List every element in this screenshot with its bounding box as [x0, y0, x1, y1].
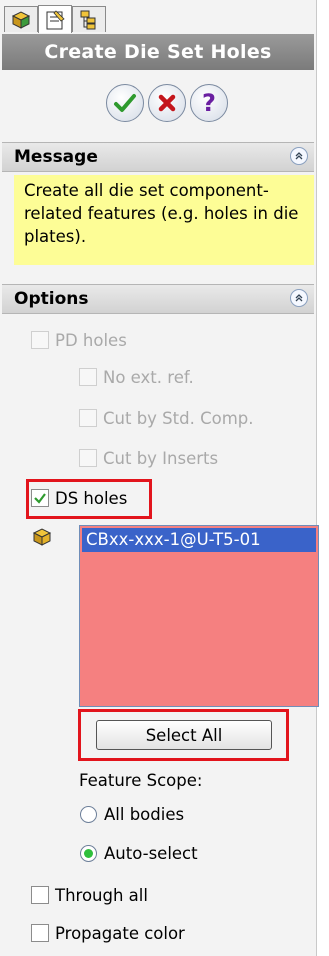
all-bodies-radio-row: All bodies: [80, 800, 184, 828]
no-ext-ref-label: No ext. ref.: [103, 367, 194, 387]
tab-property-manager[interactable]: [38, 5, 72, 33]
cut-inserts-checkbox-row: Cut by Inserts: [79, 444, 218, 472]
message-group-label: Message: [14, 147, 98, 167]
selection-list[interactable]: CBxx-xxx-1@U-T5-01: [79, 525, 319, 707]
property-manager-panel: Create Die Set Holes ? Message Create al…: [0, 0, 319, 956]
cut-inserts-checkbox[interactable]: [79, 449, 97, 467]
feature-manager-icon: [11, 10, 31, 29]
radio-selected-dot: [84, 848, 93, 858]
question-icon: ?: [202, 89, 216, 117]
propagate-color-checkbox-row: Propagate color: [31, 919, 185, 947]
feature-scope-label: Feature Scope:: [79, 770, 203, 790]
message-group-header[interactable]: Message: [2, 142, 314, 172]
through-all-checkbox[interactable]: [31, 886, 49, 904]
all-bodies-label: All bodies: [104, 804, 185, 824]
no-ext-ref-checkbox[interactable]: [79, 368, 97, 386]
through-all-label: Through all: [55, 885, 148, 905]
through-all-checkbox-row: Through all: [31, 881, 148, 909]
feature-scope-row: Feature Scope:: [79, 766, 202, 794]
message-text: Create all die set component-related fea…: [14, 175, 314, 265]
auto-select-label: Auto-select: [104, 843, 198, 863]
component-icon: [30, 527, 54, 553]
checkmark-icon: [114, 94, 136, 112]
all-bodies-radio[interactable]: [80, 805, 97, 823]
page-title: Create Die Set Holes: [2, 34, 314, 70]
options-group-label: Options: [14, 289, 89, 309]
help-button[interactable]: ?: [190, 84, 228, 122]
pd-holes-checkbox[interactable]: [31, 331, 49, 349]
cut-std-comp-checkbox[interactable]: [79, 409, 97, 427]
ok-button[interactable]: [106, 84, 144, 122]
auto-select-radio[interactable]: [80, 844, 97, 862]
collapse-chevron-icon[interactable]: [290, 289, 308, 307]
x-icon: [158, 94, 176, 112]
tab-feature-manager[interactable]: [4, 6, 38, 32]
propagate-color-label: Propagate color: [55, 923, 185, 943]
no-ext-ref-checkbox-row: No ext. ref.: [79, 363, 194, 391]
cancel-button[interactable]: [148, 84, 186, 122]
auto-select-radio-row: Auto-select: [80, 839, 198, 867]
property-manager-icon: [46, 9, 65, 29]
pd-holes-label: PD holes: [55, 330, 127, 350]
action-buttons: ?: [0, 74, 316, 132]
configuration-manager-icon: [80, 10, 96, 29]
cut-inserts-label: Cut by Inserts: [103, 448, 219, 468]
cut-std-comp-checkbox-row: Cut by Std. Comp.: [79, 404, 254, 432]
pd-holes-checkbox-row: PD holes: [31, 326, 127, 354]
list-item[interactable]: CBxx-xxx-1@U-T5-01: [82, 528, 316, 552]
collapse-chevron-icon[interactable]: [290, 147, 308, 165]
ds-holes-highlight: [26, 479, 152, 519]
tab-bar: [0, 0, 316, 34]
select-all-highlight: [78, 709, 289, 761]
tab-configuration-manager[interactable]: [72, 6, 106, 32]
cut-std-comp-label: Cut by Std. Comp.: [103, 408, 254, 428]
propagate-color-checkbox[interactable]: [31, 924, 49, 942]
options-group-header[interactable]: Options: [2, 284, 314, 314]
